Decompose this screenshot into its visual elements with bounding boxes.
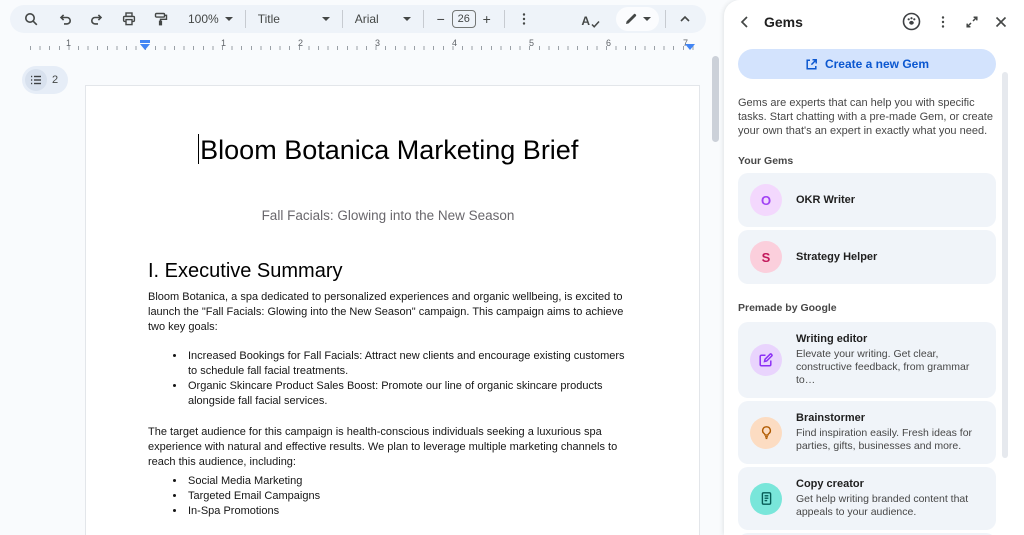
redo-icon[interactable] — [84, 7, 110, 31]
gems-side-panel: Gems — [724, 0, 1024, 535]
document-canvas: 2 Bloom Botanica Marketing Brief Fall Fa… — [0, 52, 724, 535]
gem-name: Brainstormer — [796, 412, 984, 425]
doc-heading[interactable]: I. Executive Summary — [148, 260, 628, 283]
doc-bullet[interactable]: Social Media Marketing — [186, 474, 628, 489]
document-page[interactable]: Bloom Botanica Marketing Brief Fall Faci… — [85, 85, 700, 535]
doc-title[interactable]: Bloom Botanica Marketing Brief — [148, 134, 628, 166]
ruler[interactable]: 1 1 2 3 4 5 6 7 — [0, 38, 712, 52]
left-indent-marker[interactable] — [140, 40, 150, 50]
close-icon[interactable] — [994, 15, 1008, 29]
chevron-down-icon — [643, 17, 651, 21]
expand-icon[interactable] — [965, 15, 979, 29]
toolbar: 100% Title Arial − 26 + — [10, 5, 706, 33]
paragraph-style-select[interactable]: Title — [252, 7, 336, 31]
google-docs-window: 100% Title Arial − 26 + — [0, 0, 1024, 535]
premade-label: Premade by Google — [738, 302, 996, 314]
spell-letter: A — [581, 14, 590, 28]
gems-panel-header: Gems — [724, 0, 1024, 39]
more-options-icon[interactable] — [511, 7, 537, 31]
style-value: Title — [258, 12, 280, 26]
paw-icon[interactable] — [902, 12, 921, 31]
gem-name: Strategy Helper — [796, 251, 877, 264]
gem-avatar: O — [750, 184, 782, 216]
gem-item-strategy-helper[interactable]: S Strategy Helper — [738, 230, 996, 284]
toolbar-divider — [665, 10, 666, 28]
decrease-font-size-button[interactable]: − — [430, 11, 452, 27]
search-icon[interactable] — [18, 7, 44, 31]
document-icon — [750, 483, 782, 515]
gem-name: Writing editor — [796, 333, 984, 346]
your-gems-list: O OKR Writer S Strategy Helper — [738, 173, 996, 284]
doc-bullet[interactable]: In-Spa Promotions — [186, 504, 628, 519]
toolbar-divider — [504, 10, 505, 28]
document-scrollbar[interactable] — [712, 56, 719, 142]
doc-paragraph[interactable]: The target audience for this campaign is… — [148, 425, 628, 470]
font-value: Arial — [355, 12, 379, 26]
print-icon[interactable] — [116, 7, 142, 31]
gem-avatar: S — [750, 241, 782, 273]
chevron-down-icon — [403, 17, 411, 21]
gem-description: Get help writing branded content that ap… — [796, 493, 984, 519]
doc-paragraph[interactable]: Bloom Botanica, a spa dedicated to perso… — [148, 290, 628, 335]
gem-description: Elevate your writing. Get clear, constru… — [796, 348, 984, 387]
create-new-gem-label: Create a new Gem — [825, 57, 929, 71]
list-outline-icon — [25, 69, 47, 91]
text-cursor — [198, 134, 200, 164]
kebab-menu-icon[interactable] — [936, 15, 950, 29]
tabs-outline-button[interactable]: 2 — [22, 66, 68, 94]
doc-bullet[interactable]: Organic Skincare Product Sales Boost: Pr… — [186, 379, 628, 409]
open-in-new-icon — [805, 58, 818, 71]
chevron-down-icon — [225, 17, 233, 21]
gem-description: Find inspiration easily. Fresh ideas for… — [796, 427, 984, 453]
back-icon[interactable] — [738, 15, 752, 29]
gems-description: Gems are experts that can help you with … — [738, 96, 996, 138]
doc-subtitle[interactable]: Fall Facials: Glowing into the New Seaso… — [148, 208, 628, 223]
doc-bullet[interactable]: Increased Bookings for Fall Facials: Att… — [186, 349, 628, 379]
doc-bullet[interactable]: Targeted Email Campaigns — [186, 489, 628, 504]
page-count: 2 — [52, 74, 58, 86]
zoom-select[interactable]: 100% — [182, 7, 239, 31]
panel-scrollbar[interactable] — [1002, 72, 1008, 458]
pen-icon — [624, 12, 638, 26]
undo-icon[interactable] — [52, 7, 78, 31]
doc-bullet-list: Increased Bookings for Fall Facials: Att… — [148, 349, 628, 409]
create-new-gem-button[interactable]: Create a new Gem — [738, 49, 996, 79]
gem-item-brainstormer[interactable]: Brainstormer Find inspiration easily. Fr… — [738, 401, 996, 464]
gem-name: Copy creator — [796, 478, 984, 491]
lightbulb-icon — [750, 417, 782, 449]
paint-format-icon[interactable] — [148, 7, 174, 31]
right-indent-marker[interactable] — [685, 44, 695, 50]
font-size-input[interactable]: 26 — [452, 10, 476, 28]
doc-bullet-list: Social Media Marketing Targeted Email Ca… — [148, 474, 628, 519]
chevron-down-icon — [322, 17, 330, 21]
zoom-value: 100% — [188, 12, 219, 26]
editor-area: 100% Title Arial − 26 + — [0, 0, 724, 535]
editing-mode-select[interactable] — [616, 7, 659, 31]
increase-font-size-button[interactable]: + — [476, 11, 498, 27]
spell-check-icon[interactable]: A — [577, 7, 604, 31]
hide-menus-icon[interactable] — [672, 7, 698, 31]
ruler-ticks — [30, 46, 696, 50]
gem-item-okr-writer[interactable]: O OKR Writer — [738, 173, 996, 227]
gem-item-writing-editor[interactable]: Writing editor Elevate your writing. Get… — [738, 322, 996, 398]
your-gems-label: Your Gems — [738, 155, 996, 167]
toolbar-divider — [342, 10, 343, 28]
font-select[interactable]: Arial — [349, 7, 417, 31]
document-content: Bloom Botanica Marketing Brief Fall Faci… — [148, 86, 628, 519]
gem-name: OKR Writer — [796, 194, 855, 207]
premade-gems-list: Writing editor Elevate your writing. Get… — [738, 322, 996, 535]
panel-title: Gems — [764, 14, 803, 30]
gem-item-copy-creator[interactable]: Copy creator Get help writing branded co… — [738, 467, 996, 530]
toolbar-divider — [245, 10, 246, 28]
toolbar-divider — [423, 10, 424, 28]
edit-square-icon — [750, 344, 782, 376]
